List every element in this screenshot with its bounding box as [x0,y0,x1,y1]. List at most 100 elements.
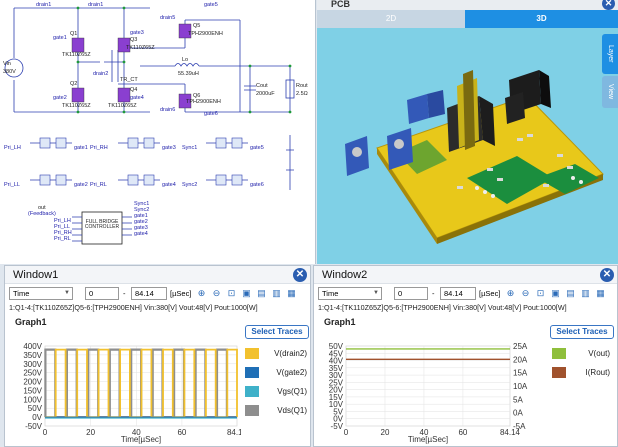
axis-select-value: Time [322,289,339,298]
chart-2[interactable]: 50V45V40V35V30V25V20V15V10V5V0V-5V25A20A… [314,328,546,447]
net-label: drain1 [88,2,104,8]
axis-select[interactable]: Time ▼ [9,287,73,300]
legend-item[interactable]: V(gate2) [245,367,307,379]
close-icon[interactable]: ✕ [600,268,614,282]
controller-label: FULL BRIDGE CONTROLLER [84,219,120,230]
legend-swatch [245,367,259,378]
net-label: gate3 [130,30,144,36]
x-tick-label: 0 [43,428,48,437]
legend-label: I(Rout) [585,368,610,377]
export-data-icon[interactable]: ▤ [564,287,577,300]
y-tick-label-right: 20A [513,355,528,364]
pcb-3d-view[interactable] [317,28,618,264]
x-tick-label: 84.14 [227,428,241,437]
x-tick-label: 60 [458,428,467,437]
chevron-down-icon: ▼ [373,290,379,296]
net-label: gate4 [130,95,144,101]
res-label: Rout [296,83,308,89]
y-tick-label-right: 15A [513,369,528,378]
side-tabs: Layer View [602,28,618,108]
inductor-value: 55.39uH [178,71,199,77]
legend-item[interactable]: V(out) [552,348,610,360]
legend-swatch [245,405,259,416]
pin-label: Pri_RL [54,236,71,242]
settings-icon[interactable]: ▥ [579,287,592,300]
time-unit: [µSec] [479,289,501,298]
chart-1[interactable]: 400V350V300V250V200V150V100V50V0V-50V0 20… [5,328,241,447]
plot-area [345,345,511,427]
net-label: Pri_RL [90,182,107,188]
select-traces-button[interactable]: Select Traces [245,325,309,339]
export-image-icon[interactable]: ▣ [549,287,562,300]
legend-label: V(drain2) [274,349,307,358]
time-unit: [µSec] [170,289,192,298]
end-time-input[interactable]: 84.14 [131,287,167,300]
legend-item[interactable]: I(Rout) [552,367,610,379]
tab-view[interactable]: View [602,76,618,108]
feedback-label: (Feedback) [28,211,56,217]
close-icon[interactable]: ✕ [293,268,307,282]
start-time-input[interactable]: 0 [394,287,428,300]
inductor-label: Lo [182,57,189,63]
export-data-icon[interactable]: ▤ [255,287,268,300]
net-label: drain1 [36,2,52,8]
net-label: gate3 [162,145,176,151]
net-label: gate5 [250,145,264,151]
x-tick-label: 20 [381,428,390,437]
select-traces-button[interactable]: Select Traces [550,325,614,339]
zoom-in-icon[interactable]: ⊕ [195,287,208,300]
end-time-input[interactable]: 84.14 [440,287,476,300]
y-tick-label: 200V [23,378,42,387]
legend-item[interactable]: V(drain2) [245,348,307,360]
legend-item[interactable]: Vds(Q1) [245,405,307,417]
net-label: Pri_LH [4,145,21,151]
y-tick-label: 150V [23,386,42,395]
close-icon[interactable]: ✕ [602,0,615,10]
scope-window-1[interactable]: Window1 ✕ Time ▼ 0 - 84.14 [µSec] ⊕ ⊖ ⊡ … [4,265,311,447]
net-label: gate6 [250,182,264,188]
print-icon[interactable]: ▦ [594,287,607,300]
pcb-panel[interactable]: PCB ✕ 2D 3D Layer View [317,0,618,264]
res-value: 2.5Ω [296,91,308,97]
zoom-out-icon[interactable]: ⊖ [210,287,223,300]
legend-swatch [245,386,259,397]
axis-select[interactable]: Time ▼ [318,287,382,300]
y-tick-label-right: 5A [513,395,523,404]
print-icon[interactable]: ▦ [285,287,298,300]
pcb-header: PCB ✕ [317,0,618,10]
x-tick-label: 20 [86,428,95,437]
transformer-label: TR_CT [120,77,138,83]
cap-label: Cout [256,83,268,89]
window-title-bar: Window1 [5,266,310,284]
zoom-out-icon[interactable]: ⊖ [519,287,532,300]
net-label: gate6 [204,111,218,117]
tab-2d[interactable]: 2D [317,10,465,28]
window-title-bar: Window2 [314,266,617,284]
scope-window-2[interactable]: Window2 ✕ Time ▼ 0 - 84.14 [µSec] ⊕ ⊖ ⊡ … [313,265,618,447]
mosfet-part: TK110Z65Z [126,45,155,51]
tab-layer[interactable]: Layer [602,34,618,74]
start-time-input[interactable]: 0 [85,287,119,300]
chevron-down-icon: ▼ [64,290,70,296]
schematic-panel[interactable]: drain1 drain1 Vin 380V gate1 Q1 TK110Z65… [0,0,316,264]
zoom-in-icon[interactable]: ⊕ [504,287,517,300]
graph-title: Graph1 [324,317,356,327]
mosfet-label: Q1 [70,31,78,37]
legend-swatch [552,367,566,378]
export-image-icon[interactable]: ▣ [240,287,253,300]
settings-icon[interactable]: ▥ [270,287,283,300]
net-label: drain2 [93,71,109,77]
mosfet-part: TK110Z65Z [108,103,137,109]
schematic-drawing [4,6,295,245]
net-label: Pri_RH [90,145,108,151]
tab-3d[interactable]: 3D [465,10,618,28]
zoom-fit-icon[interactable]: ⊡ [534,287,547,300]
legend-label: Vgs(Q1) [277,387,307,396]
mosfet-label: Q5 [193,23,201,29]
net-label: Sync2 [182,182,198,188]
net-label: Sync1 [182,145,198,151]
legend-item[interactable]: Vgs(Q1) [245,386,307,398]
zoom-fit-icon[interactable]: ⊡ [225,287,238,300]
net-label: gate5 [204,2,218,8]
legend-label: V(out) [588,349,610,358]
